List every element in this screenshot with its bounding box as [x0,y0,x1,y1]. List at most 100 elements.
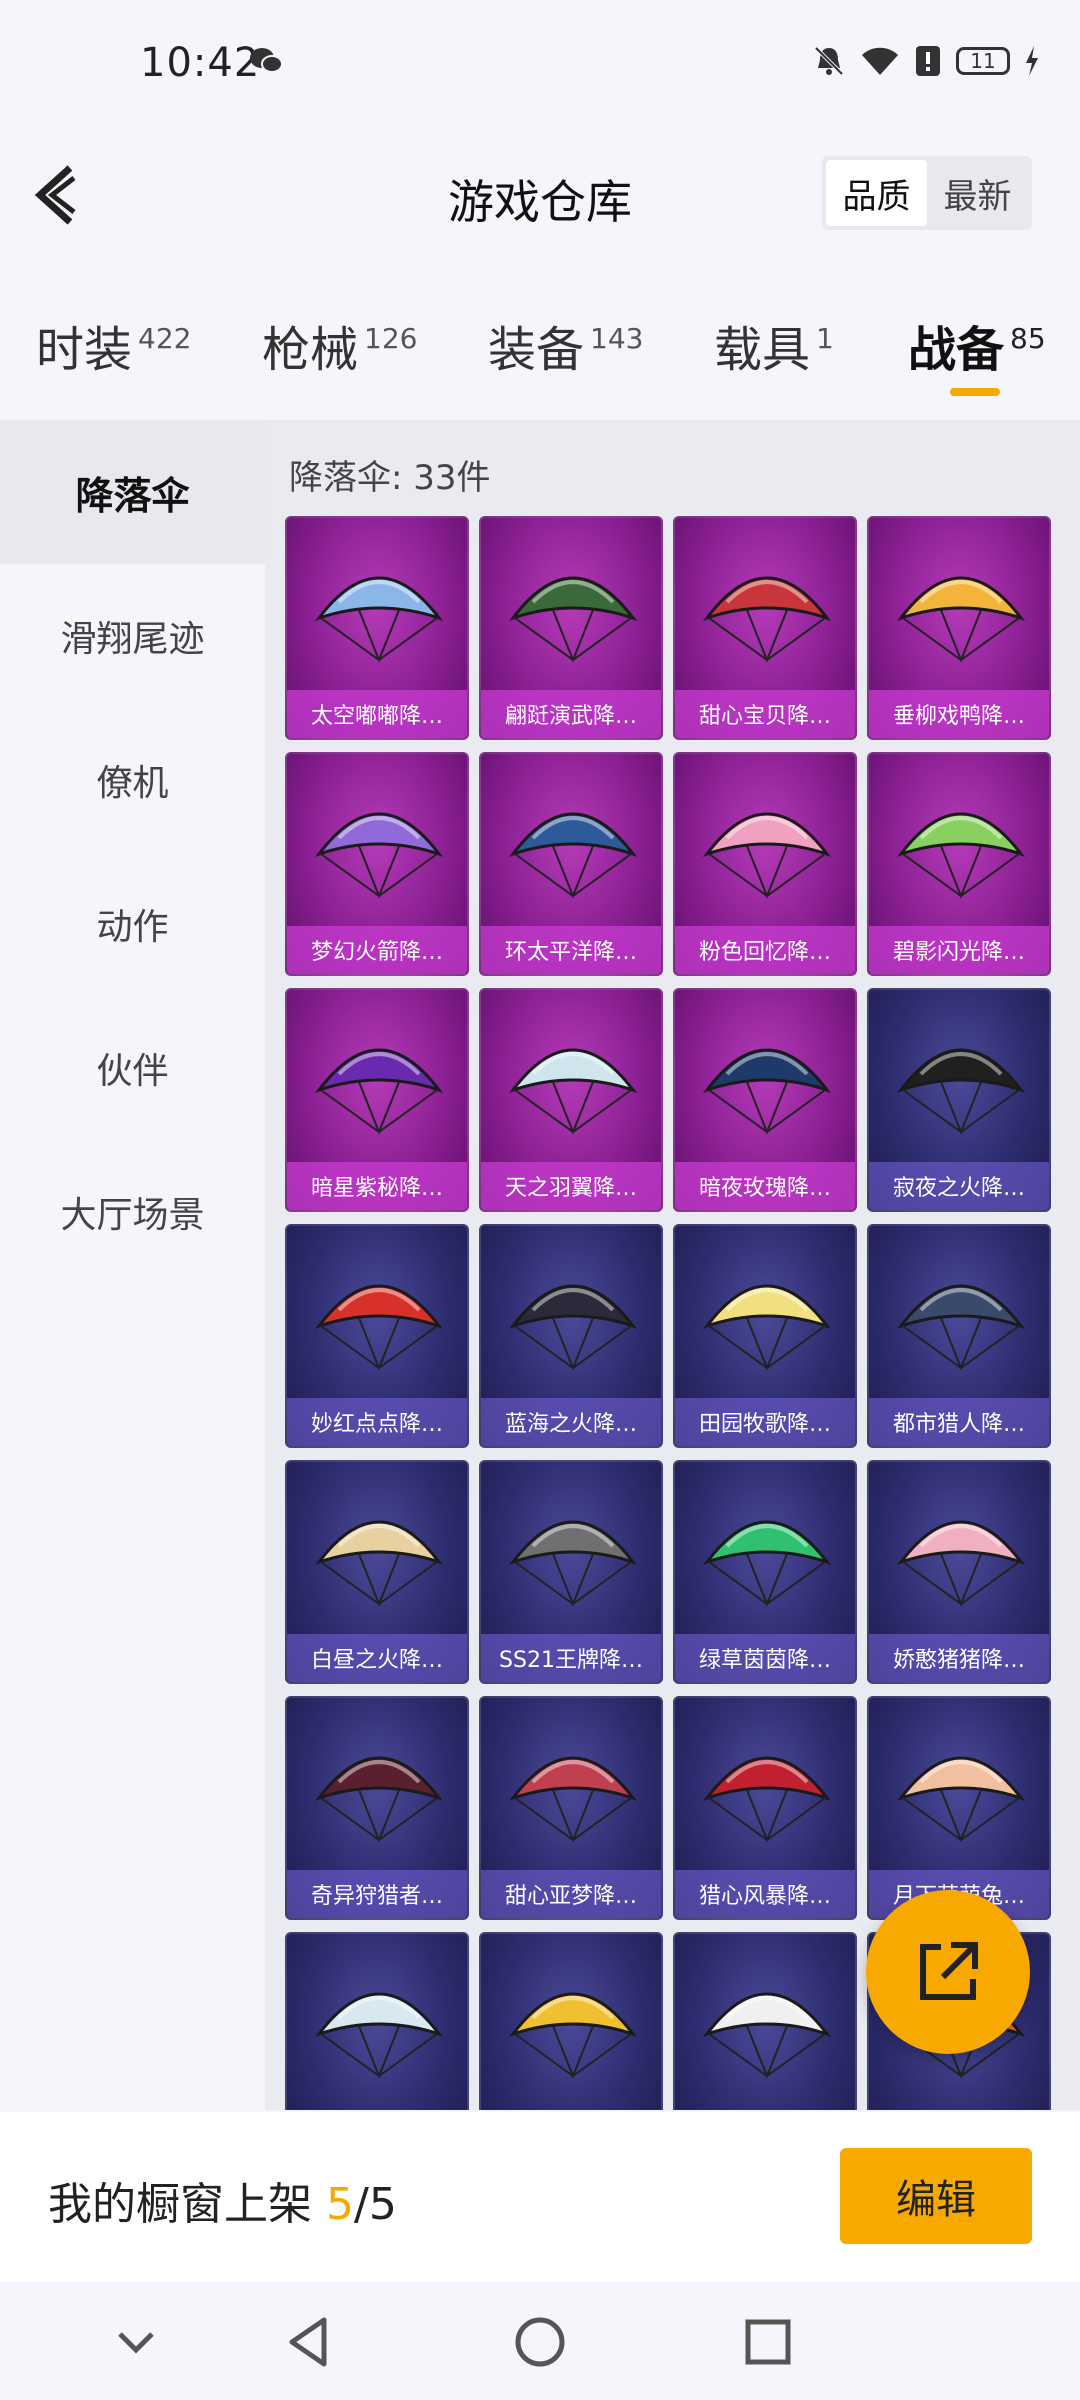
item-name: 暗夜玫瑰降… [675,1162,855,1210]
tab-fashion[interactable]: 时装 422 [36,310,191,380]
parachute-item[interactable]: 碧影闪光降… [867,752,1051,976]
sidebar-item-lobby-scene[interactable]: 大厅场景 [0,1140,265,1284]
sidebar-item-emote[interactable]: 动作 [0,852,265,996]
wifi-icon [862,47,898,75]
parachute-item[interactable]: 娇憨猪猪降… [867,1460,1051,1684]
item-list: 降落伞: 33件 太空嘟嘟降… 翩跹演武降… 甜心宝贝降… 垂柳戏鸭降… 梦幻火箭降… 环… [265,420,1080,2110]
item-name: 蓝海之火降… [481,1398,661,1446]
parachute-icon [702,1756,832,1843]
item-name: 梦幻火箭降… [287,926,467,974]
parachute-item[interactable]: 寂夜之火降… [867,988,1051,1212]
parachute-item[interactable]: 猎心风暴降… [673,1696,857,1920]
parachute-item[interactable] [479,1932,663,2110]
tab-count: 126 [364,322,418,355]
parachute-item[interactable]: 暗星紫秘降… [285,988,469,1212]
tab-count: 422 [138,322,192,355]
item-name: 白昼之火降… [287,1634,467,1682]
showcase-total-count: /5 [354,2179,397,2230]
tab-combat-gear[interactable]: 战备 85 [908,310,1046,380]
parachute-item[interactable]: 翩跹演武降… [479,516,663,740]
parachute-item[interactable]: 垂柳戏鸭降… [867,516,1051,740]
parachute-item[interactable] [285,1932,469,2110]
parachute-item[interactable]: 粉色回忆降… [673,752,857,976]
parachute-icon [702,1520,832,1607]
item-name: SS21王牌降… [481,1634,661,1682]
item-name: 寂夜之火降… [869,1162,1049,1210]
parachute-icon [314,1992,444,2079]
nav-recents-icon[interactable] [736,2310,800,2374]
status-icons: 11 [812,44,1040,78]
edit-button[interactable]: 编辑 [840,2148,1032,2244]
sidebar-item-parachute[interactable]: 降落伞 [0,420,265,564]
item-name: 垂柳戏鸭降… [869,690,1049,738]
parachute-item[interactable]: 白昼之火降… [285,1460,469,1684]
item-name: 粉色回忆降… [675,926,855,974]
parachute-item[interactable] [673,1932,857,2110]
parachute-icon [896,812,1026,899]
sidebar-item-companion[interactable]: 伙伴 [0,996,265,1140]
sidebar-item-wingman[interactable]: 僚机 [0,708,265,852]
parachute-icon [508,1520,638,1607]
item-name: 都市猎人降… [869,1398,1049,1446]
parachute-icon [314,1284,444,1371]
parachute-icon [702,812,832,899]
parachute-item[interactable]: 天之羽翼降… [479,988,663,1212]
nav-home-icon[interactable] [508,2310,572,2374]
status-time: 10:42 [140,40,261,86]
parachute-item[interactable]: 妙红点点降… [285,1224,469,1448]
wechat-icon [250,48,283,73]
item-name: 碧影闪光降… [869,926,1049,974]
parachute-icon [702,1284,832,1371]
chevron-down-icon[interactable] [104,2310,168,2374]
parachute-icon [896,1048,1026,1135]
mute-bell-icon [814,46,844,76]
parachute-item[interactable]: 田园牧歌降… [673,1224,857,1448]
tab-label: 时装 [36,322,133,378]
item-name: 翩跹演武降… [481,690,661,738]
parachute-item[interactable]: SS21王牌降… [479,1460,663,1684]
header: 游戏仓库 品质 最新 [0,130,1080,260]
parachute-item[interactable]: 绿草茵茵降… [673,1460,857,1684]
parachute-item[interactable]: 环太平洋降… [479,752,663,976]
sidebar-item-glide-trail[interactable]: 滑翔尾迹 [0,564,265,708]
showcase-bar: 我的橱窗上架 5/5 编辑 [0,2112,1080,2282]
parachute-icon [314,1756,444,1843]
parachute-item[interactable]: 梦幻火箭降… [285,752,469,976]
tab-guns[interactable]: 枪械 126 [262,310,417,380]
status-bar: 10:42 11 [0,0,1080,130]
sidebar: 降落伞 滑翔尾迹 僚机 动作 伙伴 大厅场景 [0,420,265,2110]
tab-equipment[interactable]: 装备 143 [488,310,643,380]
parachute-item[interactable]: 都市猎人降… [867,1224,1051,1448]
item-name: 妙红点点降… [287,1398,467,1446]
alert-icon [916,46,940,76]
tab-count: 1 [816,322,834,355]
share-button[interactable] [866,1890,1030,2054]
parachute-item[interactable]: 奇异狩猎者… [285,1696,469,1920]
sort-toggle: 品质 最新 [822,156,1032,230]
parachute-item[interactable]: 太空嘟嘟降… [285,516,469,740]
item-name: 甜心亚梦降… [481,1870,661,1918]
parachute-icon [508,1048,638,1135]
parachute-item[interactable]: 暗夜玫瑰降… [673,988,857,1212]
parachute-item[interactable]: 蓝海之火降… [479,1224,663,1448]
parachute-icon [314,1520,444,1607]
parachute-icon [702,1048,832,1135]
item-name: 暗星紫秘降… [287,1162,467,1210]
parachute-icon [314,812,444,899]
tab-vehicles[interactable]: 载具 1 [714,310,834,380]
tab-label: 枪械 [262,322,359,378]
nav-back-icon[interactable] [278,2310,342,2374]
sort-option-newest[interactable]: 最新 [927,160,1028,226]
showcase-status: 我的橱窗上架 5/5 [48,2168,397,2232]
parachute-item[interactable]: 甜心宝贝降… [673,516,857,740]
item-name: 甜心宝贝降… [675,690,855,738]
parachute-icon [896,1520,1026,1607]
tab-label: 装备 [488,322,585,378]
item-name: 太空嘟嘟降… [287,690,467,738]
charging-icon [1026,46,1038,76]
parachute-item[interactable]: 月下萌萌兔… [867,1696,1051,1920]
item-name: 绿草茵茵降… [675,1634,855,1682]
sort-option-quality[interactable]: 品质 [826,160,927,226]
item-name: 天之羽翼降… [481,1162,661,1210]
parachute-item[interactable]: 甜心亚梦降… [479,1696,663,1920]
